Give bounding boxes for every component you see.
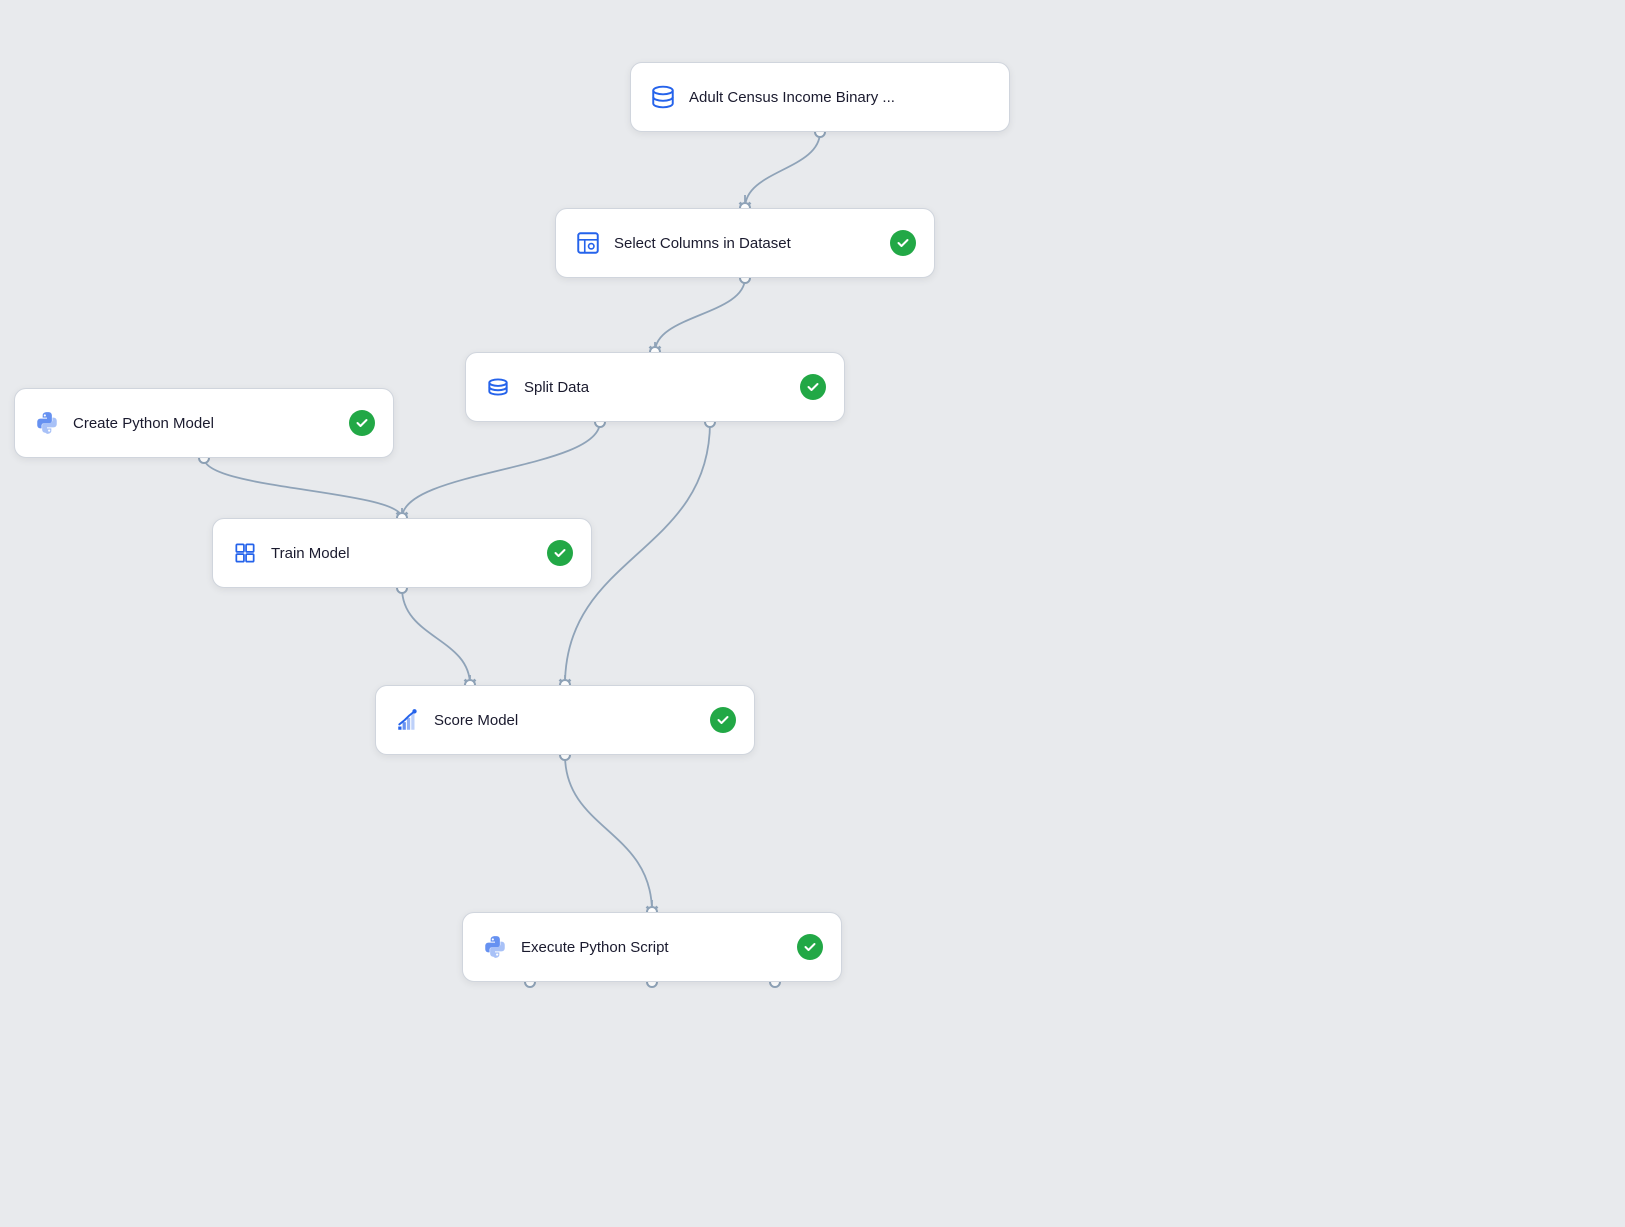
select-columns-label: Select Columns in Dataset <box>614 235 878 252</box>
score-model-status <box>710 707 736 733</box>
execute-python-status <box>797 934 823 960</box>
execute-python-icon <box>481 933 509 961</box>
database-icon <box>649 83 677 111</box>
score-icon <box>394 706 422 734</box>
pipeline-canvas: Adult Census Income Binary ... Select Co… <box>0 0 1625 1227</box>
adult-census-label: Adult Census Income Binary ... <box>689 89 991 106</box>
adult-census-node[interactable]: Adult Census Income Binary ... <box>630 62 1010 132</box>
train-model-node[interactable]: Train Model <box>212 518 592 588</box>
table-settings-icon <box>574 229 602 257</box>
score-model-node[interactable]: Score Model <box>375 685 755 755</box>
execute-python-label: Execute Python Script <box>521 939 785 956</box>
train-model-status <box>547 540 573 566</box>
train-icon <box>231 539 259 567</box>
split-icon <box>484 373 512 401</box>
select-columns-node[interactable]: Select Columns in Dataset <box>555 208 935 278</box>
create-python-status <box>349 410 375 436</box>
train-model-label: Train Model <box>271 545 535 562</box>
score-model-label: Score Model <box>434 712 698 729</box>
select-columns-status <box>890 230 916 256</box>
python-icon <box>33 409 61 437</box>
create-python-label: Create Python Model <box>73 415 337 432</box>
create-python-node[interactable]: Create Python Model <box>14 388 394 458</box>
split-data-node[interactable]: Split Data <box>465 352 845 422</box>
execute-python-node[interactable]: Execute Python Script <box>462 912 842 982</box>
connections-layer <box>0 0 1625 1227</box>
split-data-label: Split Data <box>524 379 788 396</box>
split-data-status <box>800 374 826 400</box>
